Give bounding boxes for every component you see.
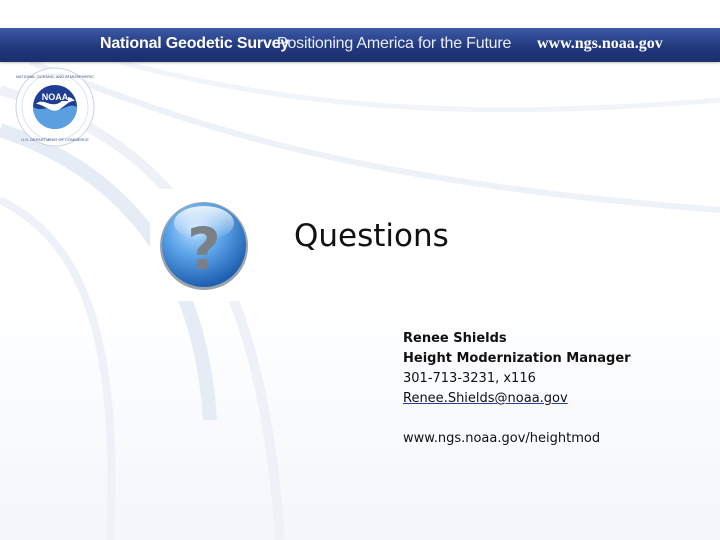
banner-url[interactable]: www.ngs.noaa.gov <box>537 35 663 53</box>
noaa-seal-icon: NOAA NATIONAL OCEANIC AND ATMOSPHERIC U.… <box>15 67 95 147</box>
background-swoosh <box>0 59 720 540</box>
contact-block: Renee Shields Height Modernization Manag… <box>403 329 631 449</box>
contact-email-link[interactable]: Renee.Shields@noaa.gov <box>403 391 568 406</box>
contact-name: Renee Shields <box>403 331 507 346</box>
banner-tagline: Positioning America for the Future <box>277 35 512 52</box>
question-mark-icon: ? <box>160 202 248 290</box>
header-banner: National Geodetic Survey Positioning Ame… <box>0 28 720 62</box>
svg-text:?: ? <box>187 215 221 283</box>
question-icon-frame: ? <box>150 189 260 301</box>
contact-website[interactable]: www.ngs.noaa.gov/heightmod <box>403 429 631 449</box>
banner-organization: National Geodetic Survey <box>100 35 290 52</box>
slide: National Geodetic Survey Positioning Ame… <box>0 0 720 540</box>
contact-phone: 301-713-3231, x116 <box>403 371 536 386</box>
svg-text:NOAA: NOAA <box>42 92 69 102</box>
slide-title: Questions <box>294 218 449 254</box>
svg-text:NATIONAL OCEANIC AND ATMOSPHER: NATIONAL OCEANIC AND ATMOSPHERIC <box>16 74 94 79</box>
svg-text:U.S. DEPARTMENT OF COMMERCE: U.S. DEPARTMENT OF COMMERCE <box>21 137 89 142</box>
contact-role: Height Modernization Manager <box>403 351 631 366</box>
